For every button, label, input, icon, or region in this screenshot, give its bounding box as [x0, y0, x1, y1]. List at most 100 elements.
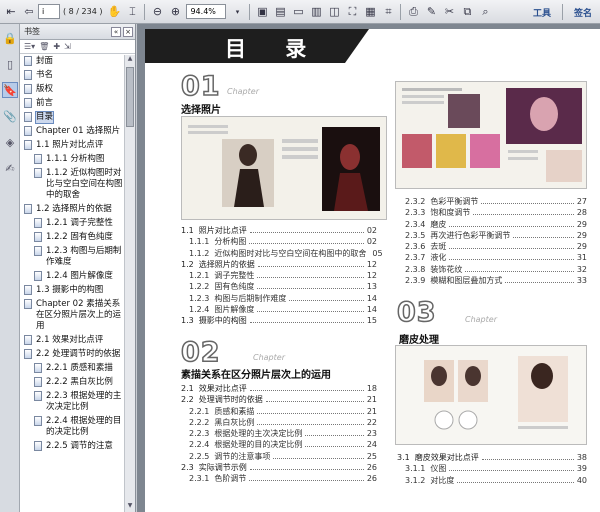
fit-width-icon[interactable]: ▤ — [272, 4, 288, 20]
attachments-icon[interactable]: 📎 — [2, 108, 18, 124]
cut-icon[interactable]: ✂ — [441, 4, 457, 20]
scroll-up-icon[interactable]: ▲ — [125, 55, 135, 65]
toc-entry[interactable]: 2.2 处理调节时的依据 21 — [181, 394, 377, 405]
toc-entry[interactable]: 2.2.3 根据处理的主次决定比例 23 — [181, 428, 377, 439]
toc-entry[interactable]: 1.2.2 固有色纯度 13 — [181, 281, 377, 292]
toc-entry[interactable]: 1.1.2 近似构图时对比与空白空间在构图中的取舍 05 — [181, 248, 383, 259]
bookmark-item[interactable]: 1.2.4 图片解像度 — [20, 270, 124, 284]
snapshot-icon[interactable]: ⌗ — [380, 4, 396, 20]
copy-icon[interactable]: ⧉ — [459, 4, 475, 20]
first-page-icon[interactable]: ⇤ — [3, 4, 19, 20]
toc-page-number: 32 — [576, 264, 587, 274]
read-mode-icon[interactable]: ▦ — [362, 4, 378, 20]
select-tool-icon[interactable]: ⌶ — [124, 4, 140, 20]
page-number-input[interactable]: i — [38, 4, 60, 19]
bookmark-item[interactable]: Chapter 02 素描关系在区分照片层次上的运用 — [20, 298, 124, 334]
two-page-icon[interactable]: ◫ — [326, 4, 342, 20]
toc-entry[interactable]: 2.3 实际调节示例 26 — [181, 462, 377, 473]
toc-page-number: 13 — [366, 282, 377, 292]
bookmark-item[interactable]: 2.2.1 质感和素描 — [20, 362, 124, 376]
toolbar-divider — [249, 3, 251, 20]
toc-entry[interactable]: 1.3 摄影中的构图 15 — [181, 315, 377, 326]
bookmark-item[interactable]: Chapter 01 选择照片 — [20, 125, 124, 139]
bookmark-item[interactable]: 书名 — [20, 69, 124, 83]
toc-entry[interactable]: 2.3.9 模糊和图层叠加方式 33 — [397, 275, 587, 286]
new-bookmark-icon[interactable]: ✚ — [53, 42, 60, 51]
toc-entry[interactable]: 2.3.1 色阶调节 26 — [181, 473, 377, 484]
bookmark-item[interactable]: 封面 — [20, 55, 124, 69]
toc-entry[interactable]: 3.1.1 仪图 39 — [397, 463, 587, 474]
bookmark-item[interactable]: 2.2.3 根据处理的主次决定比例 — [20, 390, 124, 415]
collapse-panel-icon[interactable]: « — [111, 26, 121, 37]
continuous-icon[interactable]: ▥ — [308, 4, 324, 20]
toc-entry[interactable]: 2.1 效果对比点评 18 — [181, 383, 377, 394]
signatures-icon[interactable]: ✍ — [2, 160, 18, 176]
toc-entry[interactable]: 1.2.3 构图与后期制作难度 14 — [181, 293, 377, 304]
toc-entry[interactable]: 3.1 磨皮效果对比点评 38 — [397, 452, 587, 463]
toc-entry[interactable]: 2.3.7 液化 31 — [397, 252, 587, 263]
toc-entry[interactable]: 2.3.2 色彩平衡调节 27 — [397, 196, 587, 207]
bookmark-item[interactable]: 1.1.2 近似构图时对比与空白空间在构图中的取舍 — [20, 167, 124, 203]
find-icon[interactable]: ⌕ — [477, 4, 493, 20]
zoom-input[interactable]: 94.4% — [186, 4, 227, 19]
bookmark-item[interactable]: 1.2.3 构图与后期制作难度 — [20, 245, 124, 270]
page-thumbnails-icon[interactable]: ▯ — [2, 56, 18, 72]
toc-number: 2.3.2 — [405, 197, 426, 206]
zoom-out-icon[interactable]: ⊖ — [149, 4, 165, 20]
prev-page-icon[interactable]: ⇦ — [21, 4, 37, 20]
bookmark-item[interactable]: 1.1.1 分析构图 — [20, 153, 124, 167]
hand-tool-icon[interactable]: ✋ — [106, 4, 122, 20]
toc-entry[interactable]: 1.2.4 图片解像度 14 — [181, 304, 377, 315]
comment-icon[interactable]: ✎ — [423, 4, 439, 20]
scrollbar-thumb[interactable] — [126, 67, 134, 127]
toc-leader — [465, 270, 574, 272]
close-panel-icon[interactable]: × — [123, 26, 133, 37]
delete-bookmark-icon[interactable]: 🗑 — [39, 42, 49, 51]
options-icon[interactable]: ☰▾ — [24, 42, 35, 51]
bookmark-item[interactable]: 2.2.2 黑白灰比例 — [20, 376, 124, 390]
toc-entry[interactable]: 1.1.1 分析构图 02 — [181, 236, 377, 247]
toc-entry[interactable]: 1.1 照片对比点评 02 — [181, 225, 377, 236]
bookmark-scrollbar[interactable]: ▲ ▼ — [124, 55, 135, 512]
toc-entry[interactable]: 2.3.6 去斑 29 — [397, 241, 587, 252]
bookmark-item[interactable]: 1.3 摄影中的构图 — [20, 284, 124, 298]
print-icon[interactable]: ⎙ — [405, 4, 421, 20]
tools-button[interactable]: 工具 — [525, 6, 559, 19]
full-screen-icon[interactable]: ⛶ — [344, 4, 360, 20]
bookmark-item[interactable]: 2.1 效果对比点评 — [20, 334, 124, 348]
bookmark-item[interactable]: 前言 — [20, 97, 124, 111]
lock-icon[interactable]: 🔒 — [2, 30, 18, 46]
toc-entry[interactable]: 2.3.5 再次进行色彩平衡调节 29 — [397, 230, 587, 241]
toc-leader — [249, 232, 364, 233]
expand-bookmark-icon[interactable]: ⇲ — [64, 42, 71, 51]
toc-entry[interactable]: 1.2.1 调子完整性 12 — [181, 270, 377, 281]
chapter-title: 选择照片 — [181, 105, 221, 116]
fit-page-icon[interactable]: ▣ — [254, 4, 270, 20]
scroll-down-icon[interactable]: ▼ — [125, 502, 135, 512]
bookmark-item[interactable]: 1.2.2 固有色纯度 — [20, 231, 124, 245]
toc-entry[interactable]: 2.3.4 磨皮 29 — [397, 219, 587, 230]
bookmark-item[interactable]: 2.2.5 调节的注意 — [20, 440, 124, 454]
bookmark-item[interactable]: 1.2 选择照片的依据 — [20, 203, 124, 217]
bookmark-item[interactable]: 1.1 照片对比点评 — [20, 139, 124, 153]
layers-icon[interactable]: ◈ — [2, 134, 18, 150]
single-page-icon[interactable]: ▭ — [290, 4, 306, 20]
toc-entry[interactable]: 2.3.3 饱和度调节 28 — [397, 207, 587, 218]
bookmark-item[interactable]: 2.2 处理调节时的依据 — [20, 348, 124, 362]
toc-chapter-2: 2.1 效果对比点评 18 2.2 处理调节时的依据 21 2.2.1 质感和素描 21 2.2.… — [181, 383, 377, 485]
toc-entry[interactable]: 2.2.2 黑白灰比例 22 — [181, 417, 377, 428]
toc-entry[interactable]: 3.1.2 对比度 40 — [397, 475, 587, 486]
bookmark-item[interactable]: 目录 — [20, 111, 124, 125]
bookmarks-icon[interactable]: 🔖 — [2, 82, 18, 98]
toc-entry[interactable]: 2.2.1 质感和素描 21 — [181, 406, 377, 417]
bookmark-item[interactable]: 版权 — [20, 83, 124, 97]
bookmark-item[interactable]: 2.2.4 根据处理的目的决定比例 — [20, 415, 124, 440]
toc-entry[interactable]: 2.3.8 装饰花纹 32 — [397, 264, 587, 275]
bookmark-item[interactable]: 1.2.1 调子完整性 — [20, 217, 124, 231]
toc-entry[interactable]: 2.2.4 根据处理的目的决定比例 24 — [181, 439, 377, 450]
zoom-dropdown-icon[interactable]: ▾ — [229, 4, 245, 20]
zoom-in-icon[interactable]: ⊕ — [167, 4, 183, 20]
toc-entry[interactable]: 1.2 选择照片的依据 12 — [181, 259, 377, 270]
sign-button[interactable]: 签名 — [566, 6, 600, 19]
toc-entry[interactable]: 2.2.5 调节的注意事项 25 — [181, 451, 377, 462]
